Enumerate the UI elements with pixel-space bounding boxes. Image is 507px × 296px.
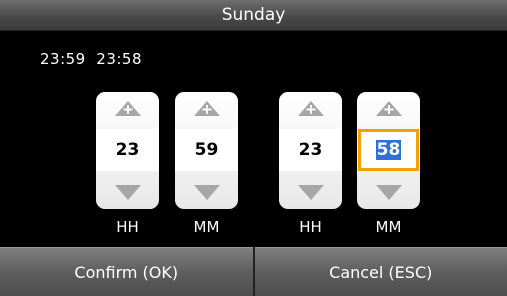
end-time: 23:58 — [96, 50, 143, 68]
end-hour-increase-button[interactable] — [279, 92, 342, 126]
end-hour-decrease-button[interactable] — [279, 175, 342, 209]
end-minute-selected-text: 58 — [375, 140, 402, 160]
end-hour-spinner: 23 — [279, 92, 342, 209]
start-hour-increase-button[interactable] — [96, 92, 159, 126]
start-minute-increase-button[interactable] — [175, 92, 238, 126]
end-minute-spinner: 58 — [357, 92, 420, 209]
window-title: Sunday — [0, 0, 507, 31]
end-minute-value[interactable]: 58 — [358, 129, 419, 171]
plus-arrow-up-icon — [114, 101, 141, 116]
end-minute-increase-button[interactable] — [357, 92, 420, 126]
arrow-down-icon — [193, 185, 220, 200]
start-minute-spinner: 59 — [175, 92, 238, 209]
arrow-down-icon — [375, 185, 402, 200]
start-minute-value[interactable]: 59 — [175, 129, 238, 171]
plus-arrow-up-icon — [375, 101, 402, 116]
end-minute-label: MM — [375, 218, 402, 236]
start-hour-spinner: 23 — [96, 92, 159, 209]
cancel-button[interactable]: Cancel (ESC) — [254, 247, 507, 296]
start-minute-decrease-button[interactable] — [175, 175, 238, 209]
footer-bar: Confirm (OK) Cancel (ESC) — [0, 247, 507, 296]
end-minute-decrease-button[interactable] — [357, 175, 420, 209]
plus-arrow-up-icon — [193, 101, 220, 116]
start-minute-label: MM — [193, 218, 220, 236]
end-hour-label: HH — [299, 218, 322, 236]
confirm-button[interactable]: Confirm (OK) — [0, 247, 253, 296]
time-range-display: 23:59 23:58 — [40, 50, 142, 68]
arrow-down-icon — [297, 185, 324, 200]
start-hour-label: HH — [116, 218, 139, 236]
start-hour-value[interactable]: 23 — [96, 129, 159, 171]
end-hour-value[interactable]: 23 — [279, 129, 342, 171]
start-time: 23:59 — [40, 50, 86, 68]
arrow-down-icon — [114, 185, 141, 200]
plus-arrow-up-icon — [297, 101, 324, 116]
start-hour-decrease-button[interactable] — [96, 175, 159, 209]
